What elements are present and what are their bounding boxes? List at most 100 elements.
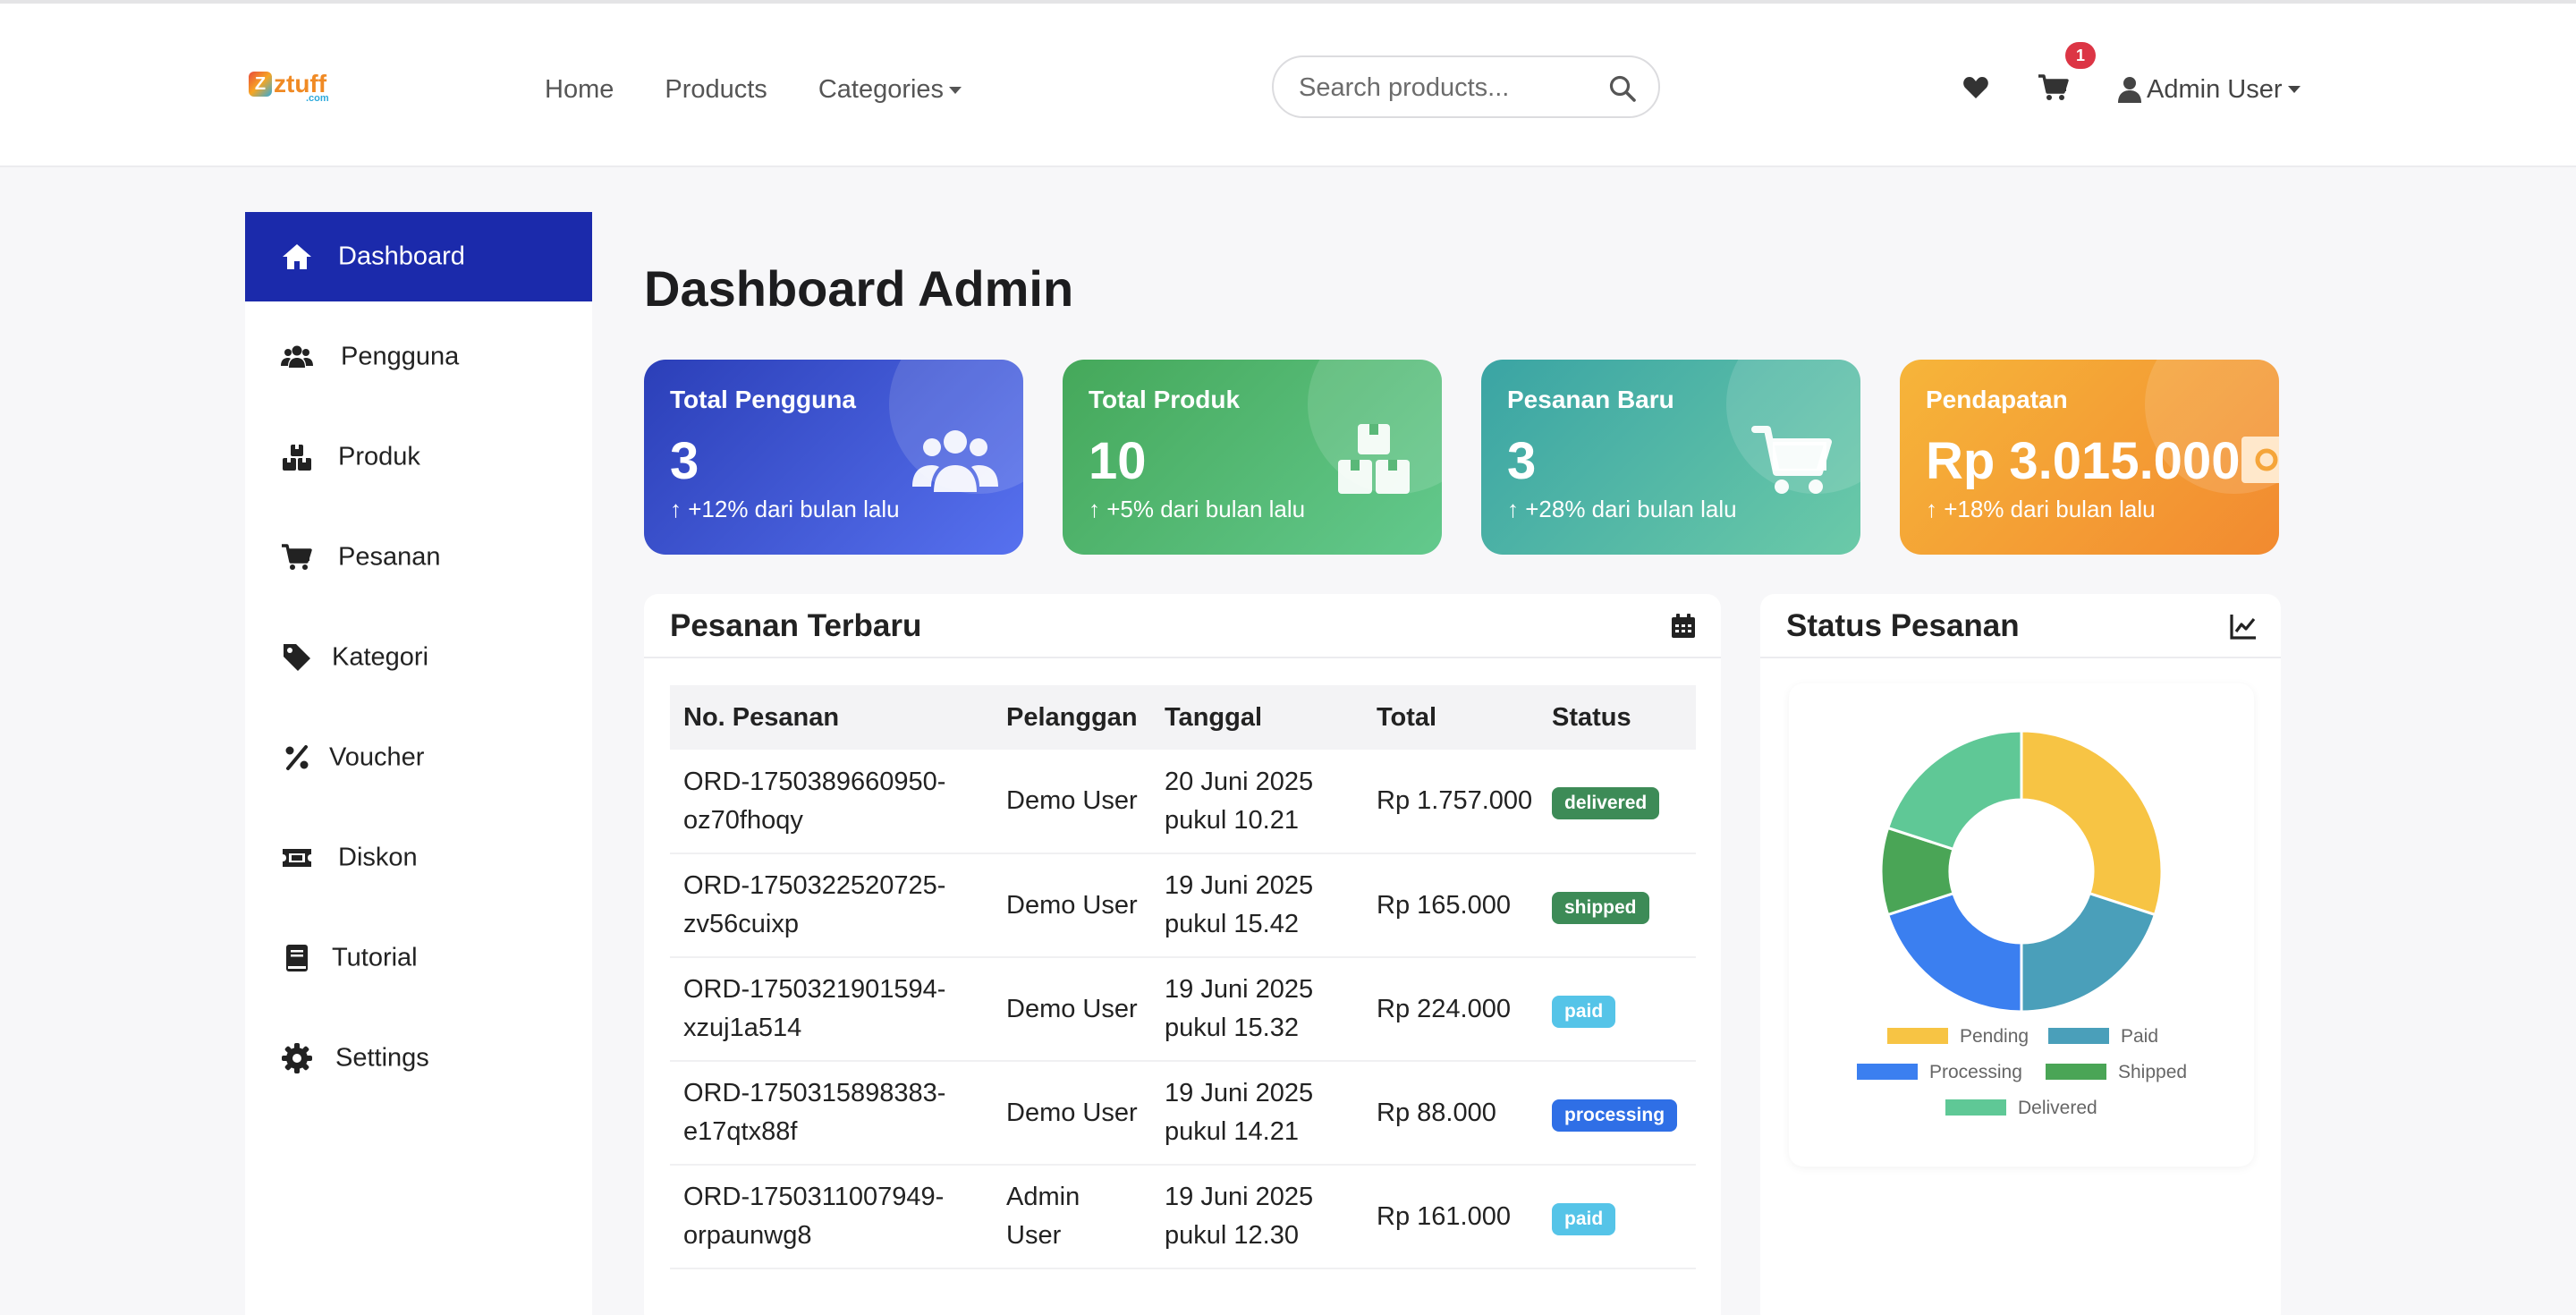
search-box [1272, 55, 1660, 118]
legend-swatch[interactable] [1857, 1064, 1918, 1080]
status-badge: processing [1552, 1099, 1678, 1132]
order-id-cell: ORD-1750389660950- oz70fhoqy [670, 750, 993, 854]
nav-categories[interactable]: Categories [818, 72, 962, 107]
sidebar-item-label: Pengguna [341, 342, 460, 371]
search-input[interactable] [1299, 66, 1594, 109]
arrow-up-icon: ↑ [1926, 496, 1937, 522]
stat-value: 10 [1089, 432, 1147, 490]
users-icon [912, 430, 998, 492]
stat-card-revenue: Pendapatan Rp 3.015.000 ↑ +18% dari bula… [1900, 360, 2279, 555]
legend-label: Paid [2121, 1026, 2158, 1047]
card-header: Pesanan Terbaru [644, 594, 1721, 658]
column-header: Pelanggan [1006, 702, 1138, 732]
calendar-icon [1672, 614, 1695, 638]
stat-label: Pendapatan [1926, 386, 2068, 413]
sidebar-item-dashboard[interactable]: Dashboard [245, 212, 592, 301]
sidebar-item-kategori[interactable]: Kategori [245, 613, 592, 702]
user-menu[interactable]: Admin User [2118, 72, 2301, 107]
legend-swatch[interactable] [1945, 1099, 2006, 1116]
customer-line: Admin [1006, 1183, 1080, 1211]
arrow-up-icon: ↑ [1507, 496, 1519, 522]
stat-change-text: +5% dari bulan lalu [1106, 496, 1306, 522]
boxes-icon [1338, 424, 1410, 494]
order-id-cell: ORD-1750315898383- e17qtx88f [670, 1061, 993, 1166]
cart-icon [1751, 426, 1832, 494]
stat-label: Total Produk [1089, 386, 1241, 413]
stat-label: Pesanan Baru [1507, 386, 1674, 413]
sidebar-item-produk[interactable]: Produk [245, 412, 592, 502]
order-id-cell: ORD-1750321901594- xzuj1a514 [670, 957, 993, 1062]
time-line: pukul 10.21 [1165, 805, 1299, 835]
table-row[interactable]: ORD-1750389660950- oz70fhoqy Demo User 20… [670, 750, 1696, 854]
legend-swatch[interactable] [2048, 1028, 2109, 1044]
table-header-row: No. Pesanan Pelanggan Tanggal Total Stat… [670, 685, 1696, 750]
chevron-down-icon [949, 87, 962, 95]
time-line: pukul 15.32 [1165, 1014, 1299, 1042]
status-badge: paid [1552, 995, 1616, 1028]
date-line: 19 Juni 2025 [1165, 1183, 1314, 1211]
status-cell: shipped [1538, 853, 1696, 958]
gear-icon [282, 1043, 312, 1073]
sidebar-item-pengguna[interactable]: Pengguna [245, 312, 592, 402]
sidebar-item-settings[interactable]: Settings [245, 1014, 592, 1103]
boxes-icon [283, 445, 311, 471]
table-row[interactable]: ORD-1750311007949- orpaunwg8 Admin User 19… [670, 1165, 1696, 1269]
column-header: Total [1377, 702, 1437, 732]
legend-label: Delivered [2018, 1098, 2097, 1118]
table-row[interactable]: ORD-1750315898383- e17qtx88f Demo User 19… [670, 1061, 1696, 1166]
legend-label: Processing [1929, 1062, 2022, 1082]
brand-logo[interactable]: Z ztuff .com [249, 72, 329, 107]
heart-icon[interactable] [1962, 73, 1990, 102]
sidebar-item-label: Diskon [338, 843, 418, 872]
sidebar-item-label: Dashboard [338, 242, 465, 271]
customer-cell: Demo User [993, 957, 1151, 1062]
status-badge: shipped [1552, 891, 1649, 924]
recent-orders-card: Pesanan Terbaru No. Pesanan Pelanggan Ta… [644, 594, 1721, 1315]
order-status-card: Status Pesanan Pending Paid Processing Ship… [1760, 594, 2281, 1315]
user-icon [2118, 77, 2141, 103]
stat-change: ↑ +12% dari bulan lalu [670, 496, 900, 523]
time-line: pukul 14.21 [1165, 1117, 1299, 1146]
total-cell: Rp 224.000 [1363, 957, 1538, 1062]
status-cell: paid [1538, 957, 1696, 1062]
cart-icon[interactable] [2038, 73, 2070, 102]
sidebar: Dashboard Pengguna Produk Pesanan Katego… [245, 212, 592, 1315]
sidebar-item-diskon[interactable]: Diskon [245, 813, 592, 903]
card-title: Pesanan Terbaru [670, 608, 922, 643]
nav-home[interactable]: Home [545, 72, 614, 107]
legend-swatch[interactable] [2046, 1064, 2106, 1080]
stat-value: 3 [670, 432, 699, 490]
users-icon [281, 345, 313, 368]
nav-products[interactable]: Products [665, 72, 767, 107]
donut-slice-pending[interactable] [2020, 729, 2164, 917]
stat-change: ↑ +5% dari bulan lalu [1089, 496, 1305, 523]
status-donut-chart: Pending Paid Processing Shipped Delivered [1857, 729, 2187, 1118]
column-header: Tanggal [1165, 702, 1263, 732]
status-cell: delivered [1538, 750, 1696, 854]
sidebar-item-voucher[interactable]: Voucher [245, 713, 592, 802]
customer-cell: Demo User [993, 853, 1151, 958]
book-icon [286, 945, 308, 971]
money-icon [2241, 437, 2279, 483]
sidebar-item-pesanan[interactable]: Pesanan [245, 513, 592, 602]
stat-change-text: +12% dari bulan lalu [688, 496, 900, 522]
legend-label: Pending [1960, 1026, 2029, 1047]
donut-slice-paid[interactable] [2020, 891, 2157, 1014]
donut-slice-delivered[interactable] [1885, 729, 2023, 852]
search-icon[interactable] [1608, 74, 1637, 103]
sidebar-item-tutorial[interactable]: Tutorial [245, 913, 592, 1003]
date-line: 19 Juni 2025 [1165, 1079, 1314, 1107]
total-cell: Rp 165.000 [1363, 853, 1538, 958]
order-id-line: xzuj1a514 [683, 1014, 802, 1042]
sidebar-item-label: Settings [335, 1043, 429, 1073]
legend-swatch[interactable] [1887, 1028, 1948, 1044]
order-id-line: orpaunwg8 [683, 1221, 812, 1250]
orders-table: No. Pesanan Pelanggan Tanggal Total Stat… [670, 685, 1696, 1269]
table-row[interactable]: ORD-1750322520725- zv56cuixp Demo User 19… [670, 853, 1696, 958]
column-header: Status [1552, 702, 1631, 732]
table-row[interactable]: ORD-1750321901594- xzuj1a514 Demo User 19… [670, 957, 1696, 1062]
order-id-line: ORD-1750311007949- [683, 1183, 945, 1211]
nav-categories-label: Categories [818, 75, 945, 104]
status-cell: paid [1538, 1165, 1696, 1269]
donut-slice-processing[interactable] [1885, 891, 2023, 1014]
